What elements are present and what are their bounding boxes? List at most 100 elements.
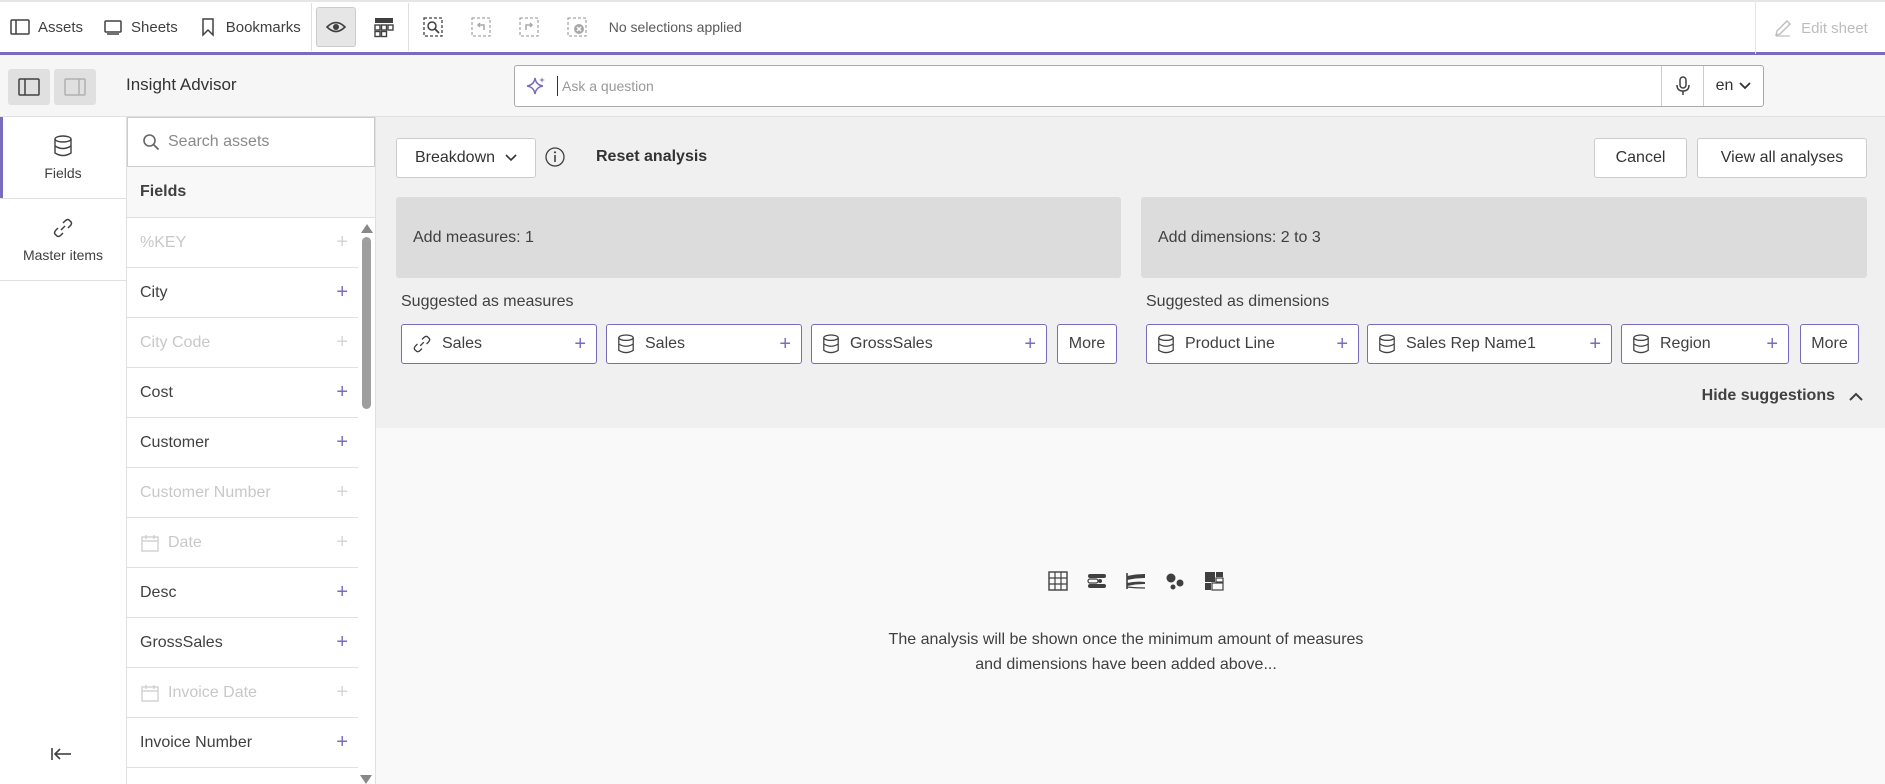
field-item[interactable]: Desc + <box>127 568 358 618</box>
field-item[interactable]: Date + <box>127 518 358 568</box>
language-value: en <box>1715 77 1734 94</box>
more-measures-button[interactable]: More <box>1057 324 1117 364</box>
sheets-button[interactable]: Sheets <box>93 3 188 51</box>
edit-sheet-button[interactable]: Edit sheet <box>1755 2 1885 54</box>
field-item[interactable]: City Code + <box>127 318 358 368</box>
field-list-scrollbar[interactable] <box>360 224 373 784</box>
hide-suggestions-button[interactable]: Hide suggestions <box>1702 387 1863 405</box>
undo-selection-icon <box>471 17 491 37</box>
microphone-button[interactable] <box>1661 66 1703 106</box>
smart-search-button[interactable] <box>413 7 453 47</box>
empty-state-line2: and dimensions have been added above... <box>975 656 1277 673</box>
chart-type-icons <box>1047 570 1225 592</box>
suggested-measures-title: Suggested as measures <box>401 293 574 310</box>
assets-button[interactable]: Assets <box>0 3 93 51</box>
field-item[interactable]: City + <box>127 268 358 318</box>
database-icon <box>1379 334 1395 354</box>
scrollbar-thumb[interactable] <box>361 237 371 409</box>
view-all-analyses-button[interactable]: View all analyses <box>1697 138 1867 178</box>
bullet-chart-icon <box>1087 574 1106 588</box>
assets-label: Assets <box>38 18 84 36</box>
left-panel-toggle[interactable] <box>8 69 50 105</box>
suggested-measure-chip[interactable]: Sales + <box>401 324 597 364</box>
reset-analysis-button[interactable]: Reset analysis <box>596 148 707 166</box>
field-name: Customer Number <box>140 484 271 502</box>
right-panel-toggle[interactable] <box>54 69 96 105</box>
add-field-icon[interactable]: + <box>336 381 348 404</box>
field-label: Date <box>168 533 202 551</box>
chevron-down-icon <box>505 154 517 162</box>
field-item[interactable]: Invoice Date + <box>127 668 358 718</box>
add-field-icon[interactable]: + <box>336 631 348 654</box>
grid-view-toggle[interactable] <box>364 7 404 47</box>
add-field-icon[interactable]: + <box>336 331 348 354</box>
field-item[interactable]: Customer Number + <box>127 468 358 518</box>
sparkle-icon <box>515 75 557 97</box>
add-field-icon[interactable]: + <box>336 481 348 504</box>
edit-sheet-label: Edit sheet <box>1801 19 1868 37</box>
selections-status: No selections applied <box>608 19 742 35</box>
measures-drop-zone[interactable]: Add measures: 1 <box>396 197 1121 278</box>
add-field-icon[interactable]: + <box>336 231 348 254</box>
search-assets-input[interactable] <box>168 133 358 151</box>
language-select[interactable]: en <box>1703 66 1763 106</box>
add-icon: + <box>779 332 791 355</box>
collapse-left-icon <box>51 748 71 760</box>
database-icon <box>54 134 72 156</box>
field-item[interactable]: Customer + <box>127 418 358 468</box>
step-back-button[interactable] <box>461 7 501 47</box>
rail-item-fields[interactable]: Fields <box>0 117 126 199</box>
sankey-icon <box>1126 573 1146 589</box>
add-icon: + <box>574 332 586 355</box>
treemap-icon <box>1205 572 1224 591</box>
field-item[interactable]: GrossSales + <box>127 618 358 668</box>
more-dimensions-button[interactable]: More <box>1800 324 1859 364</box>
add-field-icon[interactable]: + <box>336 731 348 754</box>
calendar-icon <box>141 684 159 702</box>
field-name: City <box>140 284 168 302</box>
field-label: Desc <box>140 583 177 601</box>
add-icon: + <box>1589 332 1601 355</box>
dimensions-drop-zone[interactable]: Add dimensions: 2 to 3 <box>1141 197 1867 278</box>
rail-item-master-items[interactable]: Master items <box>0 199 126 281</box>
suggested-dimension-chip[interactable]: Sales Rep Name1 + <box>1367 324 1612 364</box>
add-field-icon[interactable]: + <box>336 431 348 454</box>
clear-selections-icon <box>567 17 587 37</box>
suggested-dimension-chip[interactable]: Product Line + <box>1146 324 1359 364</box>
suggested-dimension-chip[interactable]: Region + <box>1621 324 1789 364</box>
bookmarks-button[interactable]: Bookmarks <box>188 3 311 51</box>
cancel-button[interactable]: Cancel <box>1594 138 1687 178</box>
step-forward-button[interactable] <box>509 7 549 47</box>
scroll-down-arrow[interactable] <box>360 775 372 784</box>
chip-label: Sales <box>645 335 686 352</box>
add-field-icon[interactable]: + <box>336 531 348 554</box>
insight-view-toggle[interactable] <box>315 7 356 47</box>
info-icon[interactable] <box>544 146 566 171</box>
clear-selections-button[interactable] <box>557 7 597 47</box>
field-label: Invoice Number <box>140 733 253 751</box>
suggested-measure-chip[interactable]: GrossSales + <box>811 324 1047 364</box>
empty-state-message: The analysis will be shown once the mini… <box>856 627 1396 677</box>
add-field-icon[interactable]: + <box>336 681 348 704</box>
field-label: Cost <box>140 383 173 401</box>
link-icon <box>413 335 431 353</box>
analysis-builder: Breakdown Reset analysis Cancel View all… <box>376 117 1885 428</box>
field-label: City <box>140 283 168 301</box>
field-name: %KEY <box>140 234 186 252</box>
analysis-type-dropdown[interactable]: Breakdown <box>396 138 536 178</box>
field-label: GrossSales <box>140 633 223 651</box>
analysis-area: Breakdown Reset analysis Cancel View all… <box>376 117 1885 784</box>
field-name: City Code <box>140 334 210 352</box>
add-field-icon[interactable]: + <box>336 581 348 604</box>
suggested-measure-chip[interactable]: Sales + <box>606 324 802 364</box>
ask-question-input[interactable] <box>557 76 1661 96</box>
panel-icon <box>10 19 30 35</box>
grid-chart-icon <box>374 18 394 38</box>
field-item[interactable]: %KEY + <box>127 218 358 268</box>
add-field-icon[interactable]: + <box>336 281 348 304</box>
collapse-panel-button[interactable] <box>50 747 72 764</box>
field-item[interactable]: Invoice Number + <box>127 718 358 768</box>
scroll-up-arrow[interactable] <box>361 224 373 233</box>
field-item[interactable]: Cost + <box>127 368 358 418</box>
chip-label: Product Line <box>1185 335 1275 352</box>
